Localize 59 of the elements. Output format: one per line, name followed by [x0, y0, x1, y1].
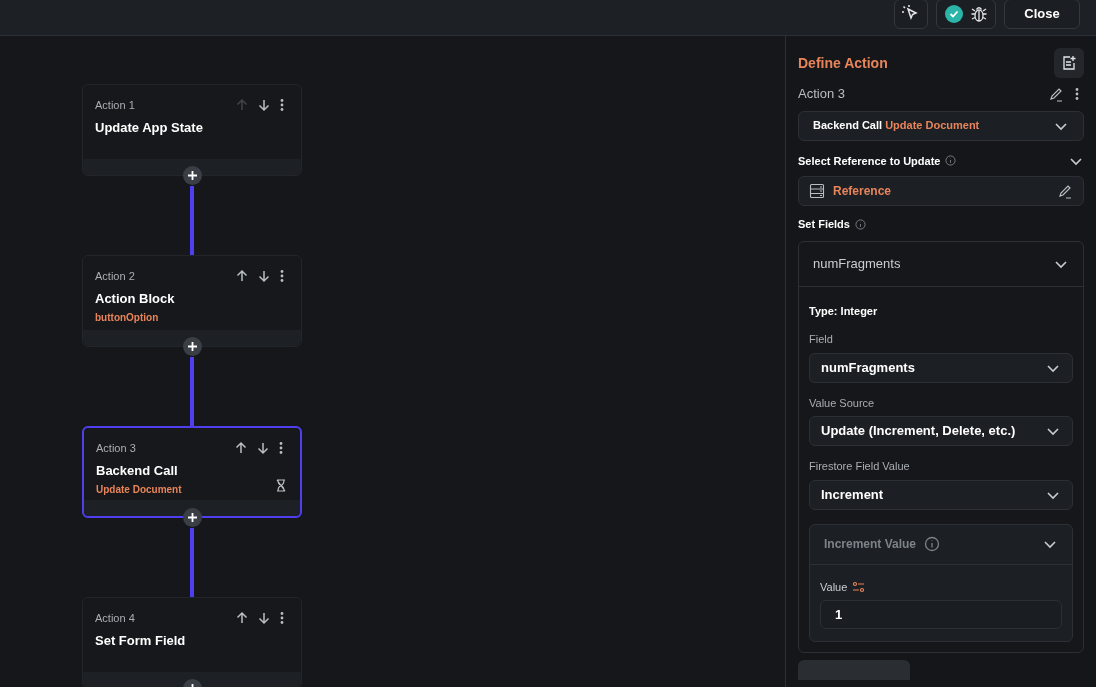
debug-button[interactable]	[936, 0, 996, 29]
more-options-icon[interactable]	[279, 611, 285, 626]
type-label: Type: Integer	[809, 303, 879, 319]
arrow-up-icon[interactable]	[235, 611, 249, 626]
dropdown[interactable]: numFragments	[809, 352, 1073, 383]
variable-settings-icon[interactable]	[852, 580, 866, 593]
field-label: Firestore Field Value	[809, 459, 911, 474]
arrow-down-icon[interactable]	[257, 611, 271, 626]
info-icon	[924, 536, 941, 552]
section-title: Select Reference to Update	[798, 153, 941, 169]
action-number: Action 1	[95, 98, 135, 113]
arrow-up-icon[interactable]	[235, 269, 249, 284]
info-icon	[854, 218, 866, 230]
dropdown[interactable]: Increment	[809, 479, 1073, 510]
info-icon	[945, 155, 957, 167]
plus-icon	[187, 513, 197, 522]
field-expansion-header[interactable]: numFragments	[799, 241, 1083, 287]
dropdown[interactable]: Update (Increment, Delete, etc.)	[809, 416, 1073, 446]
action-card[interactable]: Action 3 Backend Call Update Document	[82, 426, 302, 518]
action-label: Action 3	[798, 85, 845, 103]
add-note-button[interactable]	[1054, 48, 1084, 78]
more-options-icon[interactable]	[279, 269, 285, 284]
action-number: Action 4	[95, 611, 135, 626]
pencil-icon[interactable]	[1057, 183, 1073, 199]
action-title: Backend Call	[96, 461, 179, 480]
value-input[interactable]: 1	[820, 600, 1062, 629]
action-card[interactable]: Action 4 Set Form Field	[82, 597, 302, 687]
action-subtitle: Update Document	[96, 483, 183, 497]
increment-header[interactable]: Increment Value	[810, 524, 1072, 565]
arrow-down-icon[interactable]	[256, 441, 270, 456]
action-title: Set Form Field	[95, 631, 187, 650]
panel-title: Define Action	[798, 53, 888, 73]
bug-icon	[971, 4, 987, 23]
arrow-down-icon[interactable]	[257, 269, 271, 284]
plus-icon	[187, 342, 197, 351]
more-options-icon[interactable]	[1074, 86, 1080, 101]
action-card[interactable]: Action 1 Update App State	[82, 84, 302, 176]
action-card[interactable]: Action 2 Action Block buttonOption	[82, 255, 302, 347]
document-plus-icon	[1061, 55, 1077, 71]
plus-icon	[187, 171, 197, 180]
arrow-up-icon[interactable]	[234, 441, 248, 456]
more-options-icon[interactable]	[278, 441, 284, 456]
action-title: Action Block	[95, 289, 176, 308]
action-number: Action 3	[96, 441, 136, 456]
arrow-down-icon[interactable]	[257, 98, 271, 113]
field-label: Field	[809, 332, 834, 347]
reference-value: Reference	[833, 183, 892, 200]
database-icon	[809, 183, 825, 199]
field-label: Value Source	[809, 395, 876, 411]
more-options-icon[interactable]	[279, 98, 285, 113]
action-title: Update App State	[95, 118, 204, 137]
action-number: Action 2	[95, 269, 135, 284]
action-subtitle: buttonOption	[95, 311, 160, 325]
close-button[interactable]: Close	[1004, 0, 1080, 29]
action-type-dropdown[interactable]: Backend Call Update Document	[798, 110, 1084, 141]
section-title: Set Fields	[798, 217, 850, 232]
value-label: Value	[820, 579, 848, 595]
reference-field[interactable]: Reference	[798, 176, 1084, 206]
select-tool-button[interactable]	[894, 0, 928, 29]
